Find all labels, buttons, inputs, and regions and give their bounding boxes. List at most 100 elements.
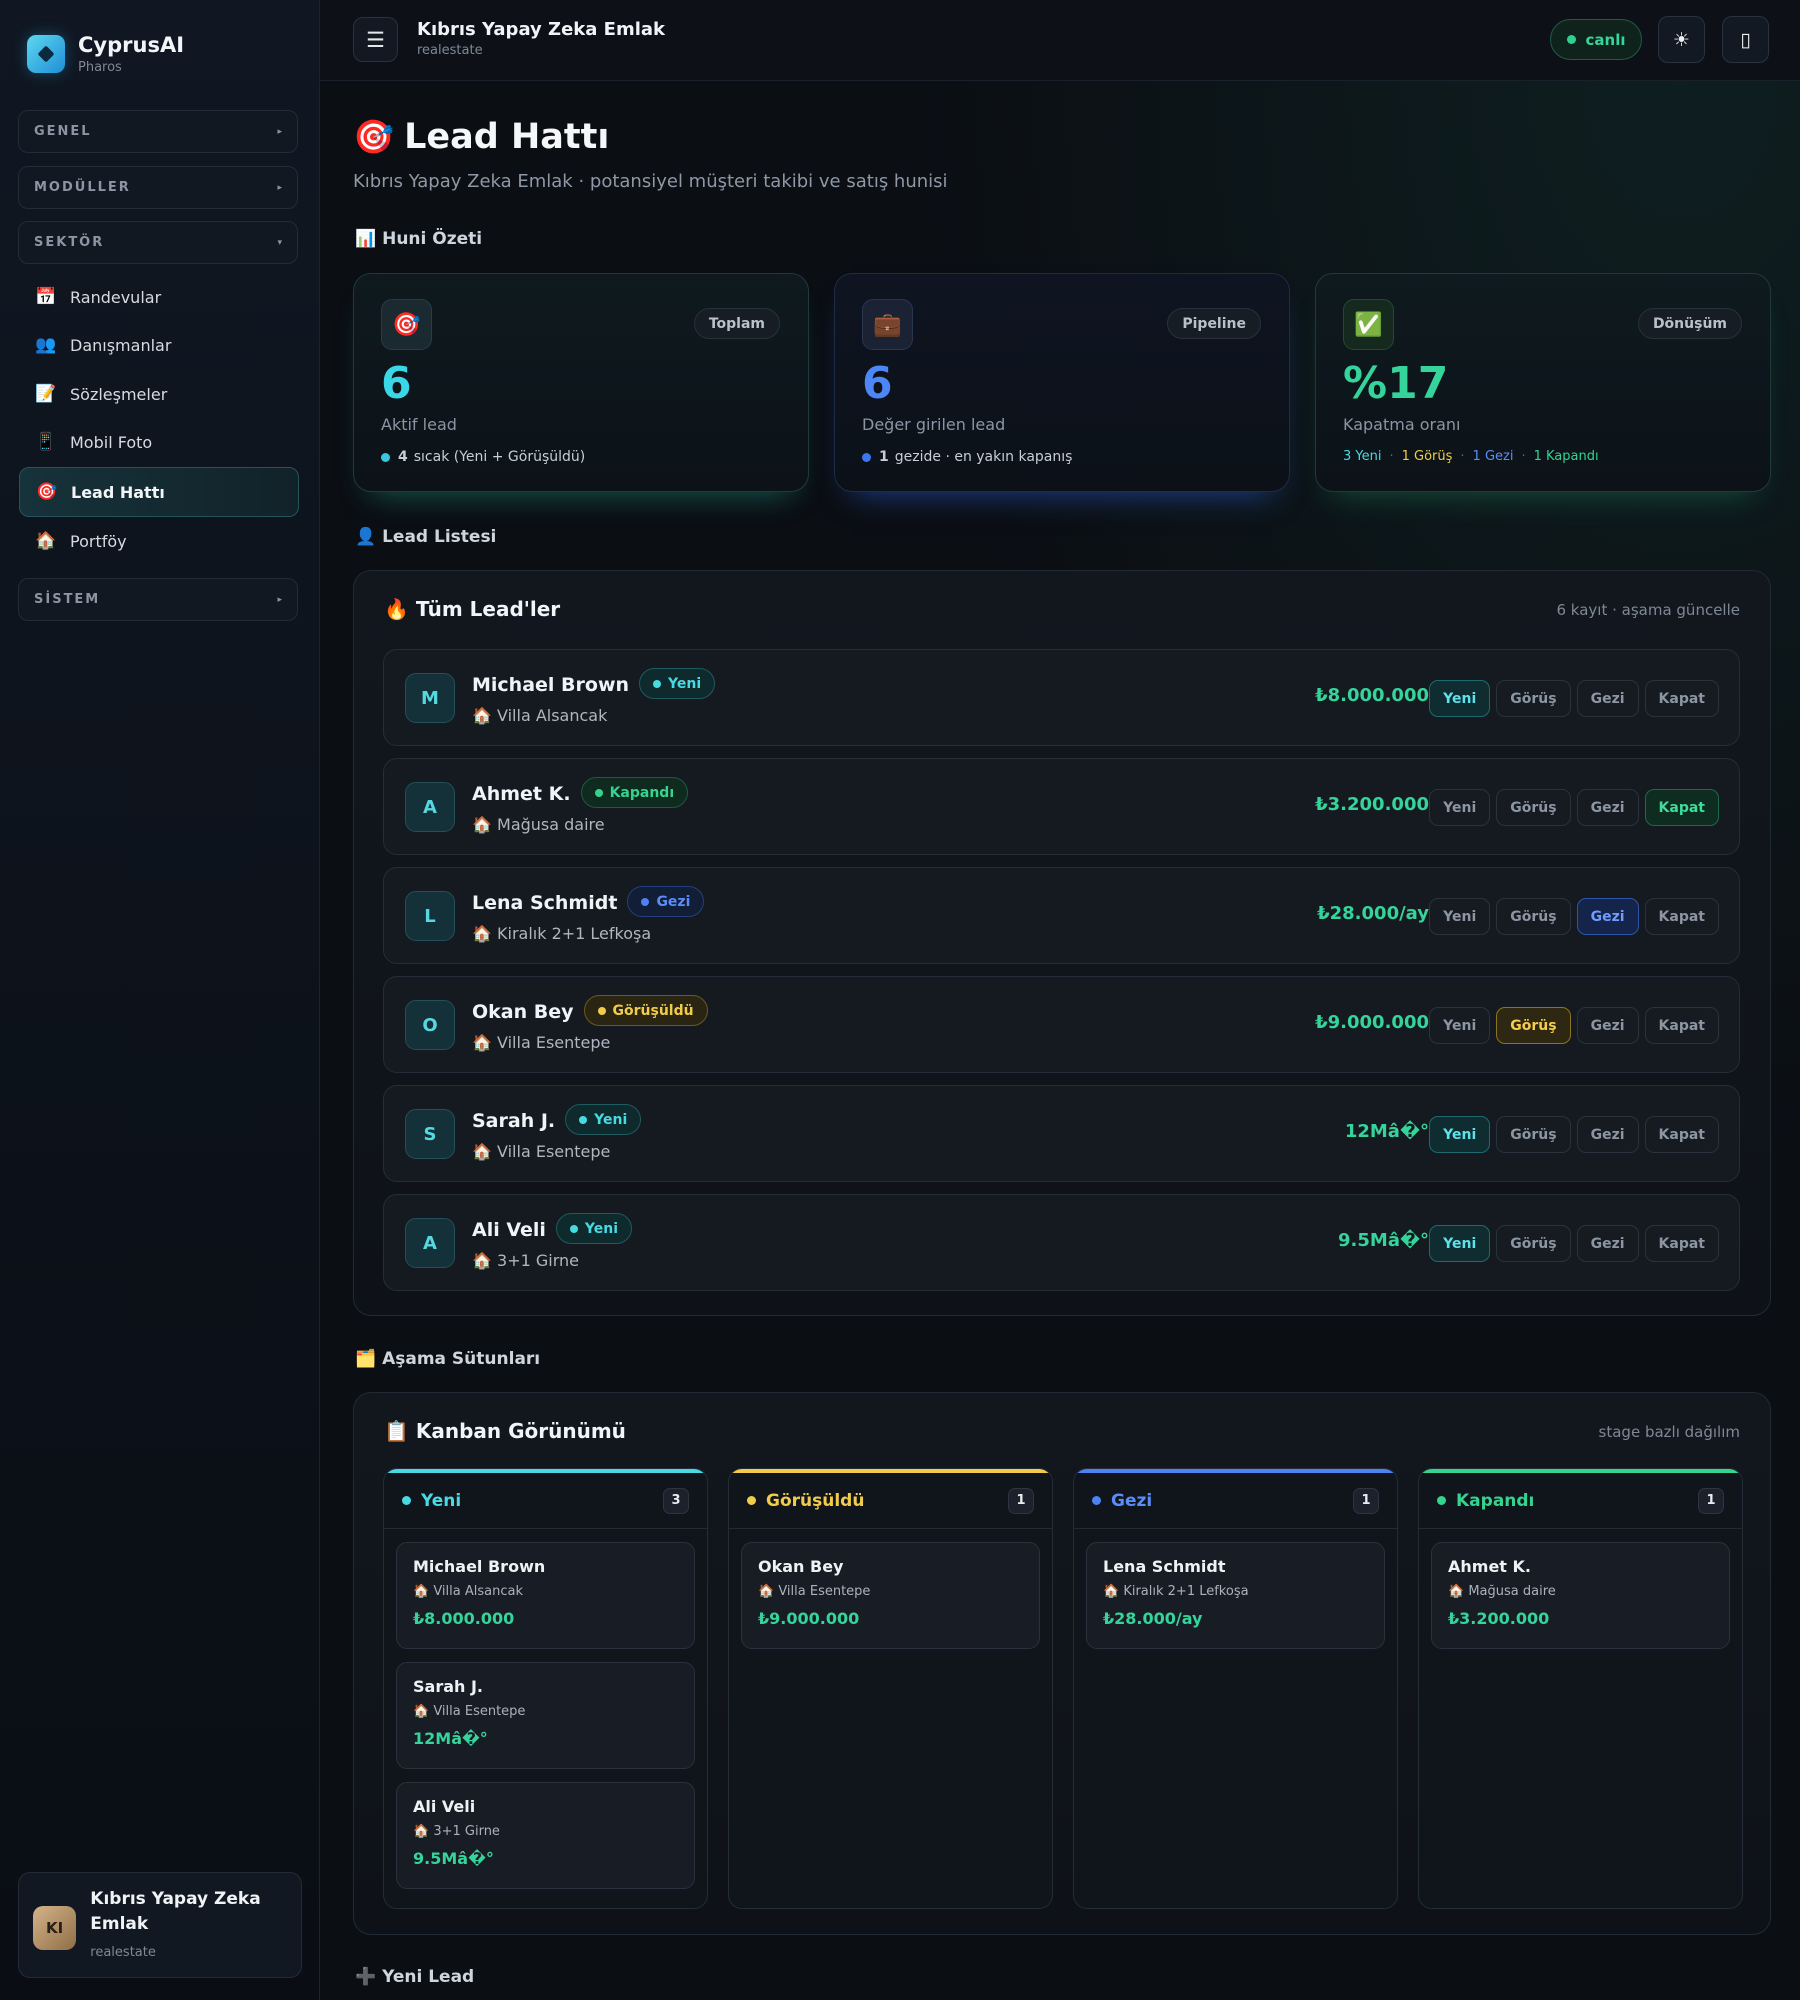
workspace-sub: realestate	[417, 43, 483, 58]
stage-button-kapat[interactable]: Kapat	[1644, 1007, 1719, 1044]
house-icon: 🏠	[35, 531, 57, 551]
avatar: L	[405, 891, 455, 941]
card-name: Lena Schmidt	[1103, 1557, 1226, 1576]
lead-row[interactable]: L Lena Schmidt Gezi 🏠 Kiralık 2+1 Lefkoşa…	[383, 867, 1740, 964]
theme-toggle-button[interactable]: ☀	[1658, 16, 1705, 63]
sidebar-item-randevular[interactable]: 📅 Randevular	[19, 272, 299, 322]
group-label: SİSTEM	[34, 592, 101, 607]
card-name: Ahmet K.	[1448, 1557, 1531, 1576]
panel-meta: 6 kayıt · aşama güncelle	[1556, 601, 1740, 619]
column-header: Gezi 1	[1074, 1473, 1397, 1529]
lead-name: Ahmet K. Kapandı	[472, 777, 689, 810]
stage-button-gorus[interactable]: Görüş	[1496, 1116, 1571, 1153]
stage-buttons: Yeni Görüş Gezi Kapat	[1423, 680, 1719, 717]
lead-row[interactable]: A Ahmet K. Kapandı 🏠 Mağusa daire ₺3.200.…	[383, 758, 1740, 855]
avatar: M	[405, 673, 455, 723]
menu-button[interactable]: ☰	[353, 17, 398, 62]
sidebar-item-sozlesmeler[interactable]: 📝 Sözleşmeler	[19, 369, 299, 419]
target-icon: 🎯	[353, 117, 395, 156]
status-text: Yeni	[668, 675, 702, 692]
stat-card-total: 🎯 Toplam 6 Aktif lead 4 sıcak (Yeni + Gö…	[353, 273, 809, 492]
hamburger-icon: ☰	[366, 27, 385, 52]
avatar: S	[405, 1109, 455, 1159]
lead-property: 🏠 Villa Alsancak	[472, 706, 608, 725]
lead-row[interactable]: A Ali Veli Yeni 🏠 3+1 Girne 9.5Mâ�° Yeni …	[383, 1194, 1740, 1291]
kanban-card[interactable]: Sarah J. 🏠 Villa Esentepe 12Mâ�°	[396, 1662, 695, 1769]
lead-list-panel: 🔥 Tüm Lead'ler 6 kayıt · aşama güncelle …	[353, 570, 1771, 1316]
brand[interactable]: CyprusAI Pharos	[27, 33, 184, 75]
kanban-card[interactable]: Ali Veli 🏠 3+1 Girne 9.5Mâ�°	[396, 1782, 695, 1889]
main-content: 🎯 Lead Hattı Kıbrıs Yapay Zeka Emlak · p…	[320, 81, 1800, 2000]
stage-button-yeni[interactable]: Yeni	[1429, 1225, 1491, 1262]
kanban-panel: 📋 Kanban Görünümü stage bazlı dağılım Ye…	[353, 1392, 1771, 1935]
page-title: 🎯 Lead Hattı	[353, 117, 609, 157]
column-count: 1	[1008, 1487, 1034, 1514]
status-dot-icon	[402, 1496, 411, 1505]
stage-button-kapat[interactable]: Kapat	[1644, 789, 1719, 826]
sidebar-group-sistem[interactable]: SİSTEM ▸	[18, 578, 298, 621]
stage-button-yeni[interactable]: Yeni	[1429, 1116, 1491, 1153]
stage-button-gezi[interactable]: Gezi	[1576, 789, 1639, 826]
card-name: Ali Veli	[413, 1797, 476, 1816]
sidebar-group-sektor[interactable]: SEKTÖR ▾	[18, 221, 298, 264]
user-role: realestate	[90, 1945, 156, 1960]
kanban-card[interactable]: Okan Bey 🏠 Villa Esentepe ₺9.000.000	[741, 1542, 1040, 1649]
stage-button-kapat[interactable]: Kapat	[1644, 1116, 1719, 1153]
stage-button-kapat[interactable]: Kapat	[1644, 898, 1719, 935]
stage-button-gezi[interactable]: Gezi	[1576, 898, 1639, 935]
brand-sub: Pharos	[78, 60, 122, 75]
sidebar-item-portfoy[interactable]: 🏠 Portföy	[19, 516, 299, 566]
stat-value: 6	[862, 358, 893, 409]
section-title-columns: 🗂️ Aşama Sütunları	[355, 1349, 541, 1369]
lead-name: Lena Schmidt Gezi	[472, 886, 705, 919]
status-text: Gezi	[656, 893, 691, 910]
lead-price: ₺28.000/ay	[1317, 903, 1429, 924]
memo-icon: 📝	[35, 384, 57, 404]
lead-row[interactable]: O Okan Bey Görüşüldü 🏠 Villa Esentepe ₺9.…	[383, 976, 1740, 1073]
sidebar-group-moduller[interactable]: MODÜLLER ▸	[18, 166, 298, 209]
card-property: 🏠 Villa Esentepe	[413, 1704, 526, 1719]
lead-price: 12Mâ�°	[1344, 1121, 1429, 1142]
stage-button-gezi[interactable]: Gezi	[1576, 1007, 1639, 1044]
stage-button-kapat[interactable]: Kapat	[1644, 1225, 1719, 1262]
kanban-card[interactable]: Ahmet K. 🏠 Mağusa daire ₺3.200.000	[1431, 1542, 1730, 1649]
kanban-column-yeni: Yeni 3 Michael Brown 🏠 Villa Alsancak ₺8…	[383, 1468, 708, 1909]
stage-button-gorus[interactable]: Görüş	[1496, 1225, 1571, 1262]
stage-button-gezi[interactable]: Gezi	[1576, 1225, 1639, 1262]
sidebar-item-danismanlar[interactable]: 👥 Danışmanlar	[19, 320, 299, 370]
sidebar-item-label: Danışmanlar	[70, 335, 172, 355]
lead-row[interactable]: M Michael Brown Yeni 🏠 Villa Alsancak ₺8.…	[383, 649, 1740, 746]
status-dot-icon	[381, 452, 390, 462]
kanban-card[interactable]: Michael Brown 🏠 Villa Alsancak ₺8.000.00…	[396, 1542, 695, 1649]
user-card[interactable]: KI Kıbrıs Yapay Zeka Emlak realestate	[18, 1872, 302, 1978]
stage-button-gezi[interactable]: Gezi	[1576, 1116, 1639, 1153]
stat-value: %17	[1343, 358, 1449, 409]
sidebar-group-genel[interactable]: GENEL ▸	[18, 110, 298, 153]
stage-button-gorus[interactable]: Görüş	[1496, 680, 1571, 717]
stage-button-yeni[interactable]: Yeni	[1429, 789, 1491, 826]
lead-property: 🏠 Villa Esentepe	[472, 1142, 611, 1161]
sidebar-item-mobil-foto[interactable]: 📱 Mobil Foto	[19, 417, 299, 467]
breakdown-yeni: 3 Yeni	[1343, 449, 1382, 464]
target-icon: 🎯	[381, 299, 432, 350]
kanban-card[interactable]: Lena Schmidt 🏠 Kiralık 2+1 Lefkoşa ₺28.0…	[1086, 1542, 1385, 1649]
stage-button-yeni[interactable]: Yeni	[1429, 898, 1491, 935]
column-title: Görüşüldü	[766, 1490, 865, 1511]
lead-name-text: Ahmet K.	[472, 783, 571, 805]
stage-button-gorus[interactable]: Görüş	[1496, 789, 1571, 826]
sidebar-item-label: Portföy	[70, 531, 127, 551]
sidebar-item-label: Mobil Foto	[70, 432, 153, 452]
stage-button-gorus[interactable]: Görüş	[1496, 1007, 1571, 1044]
stage-button-gezi[interactable]: Gezi	[1576, 680, 1639, 717]
stage-button-yeni[interactable]: Yeni	[1429, 680, 1491, 717]
sidebar-item-lead-hatti[interactable]: 🎯 Lead Hattı	[19, 467, 299, 517]
card-property: 🏠 3+1 Girne	[413, 1824, 500, 1839]
panel-meta: stage bazlı dağılım	[1598, 1423, 1740, 1441]
stage-button-kapat[interactable]: Kapat	[1644, 680, 1719, 717]
stage-button-yeni[interactable]: Yeni	[1429, 1007, 1491, 1044]
stage-button-gorus[interactable]: Görüş	[1496, 898, 1571, 935]
device-button[interactable]: ▯	[1722, 16, 1769, 63]
status-badge: Yeni	[565, 1104, 642, 1135]
lead-row[interactable]: S Sarah J. Yeni 🏠 Villa Esentepe 12Mâ�° Y…	[383, 1085, 1740, 1182]
column-count: 1	[1698, 1487, 1724, 1514]
